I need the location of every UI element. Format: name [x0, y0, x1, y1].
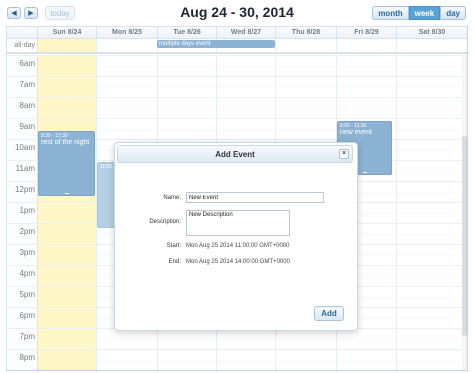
view-day-button[interactable]: day: [440, 6, 466, 20]
description-textarea[interactable]: New Description: [186, 210, 290, 236]
end-label: End:: [168, 259, 181, 265]
start-value: Mon Aug 25 2014 11:00:00 GMT+0000: [186, 243, 290, 249]
name-input[interactable]: [186, 192, 324, 203]
dialog-title: Add Event: [215, 150, 255, 159]
add-button[interactable]: Add: [314, 306, 344, 321]
end-value: Mon Aug 25 2014 14:00:00 GMT+0000: [186, 259, 290, 265]
add-event-dialog: Add Event × Name: Description: New Descr…: [114, 142, 358, 331]
view-switcher: month week day: [372, 6, 466, 20]
view-week-button[interactable]: week: [408, 6, 441, 20]
start-label: Start:: [166, 243, 181, 249]
name-label: Name:: [163, 195, 181, 201]
close-icon[interactable]: ×: [339, 149, 349, 159]
view-month-button[interactable]: month: [372, 6, 409, 20]
dialog-header: Add Event ×: [117, 145, 353, 163]
description-label: Description:: [149, 219, 181, 225]
